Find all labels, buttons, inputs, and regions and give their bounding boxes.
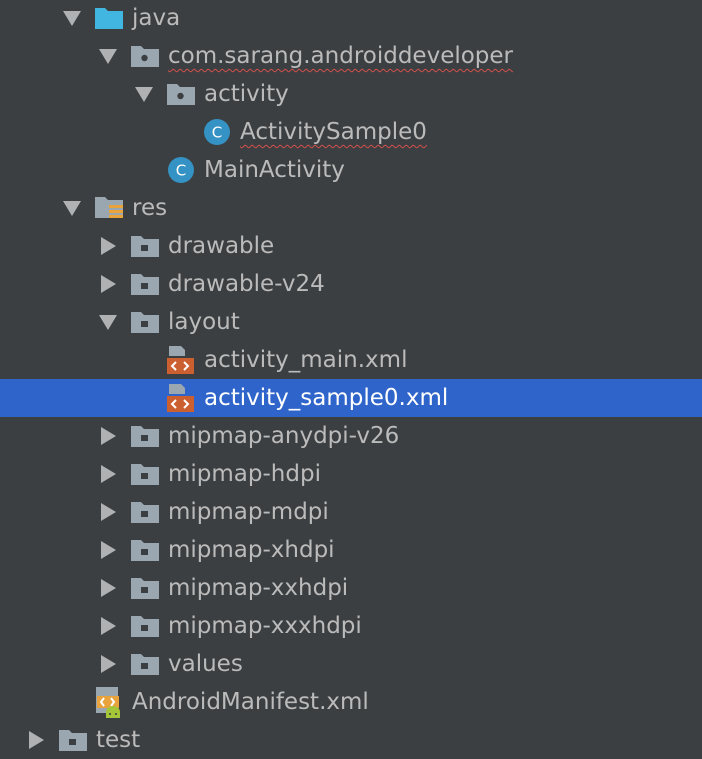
tree-item-drawable[interactable]: drawable [0, 227, 702, 265]
collapse-arrow-icon[interactable] [96, 227, 120, 265]
tree-item-label: mipmap-anydpi-v26 [168, 423, 400, 449]
tree-item-label: java [132, 5, 181, 31]
tree-item-test[interactable]: test [0, 721, 702, 759]
tree-item-com-sarang-androiddeveloper[interactable]: com.sarang.androiddeveloper [0, 37, 702, 75]
folder-icon [130, 569, 160, 607]
folder-icon [58, 721, 88, 759]
tree-item-label: drawable [168, 233, 275, 259]
folder-icon [130, 493, 160, 531]
expand-arrow-icon[interactable] [132, 75, 156, 113]
folder-icon [130, 227, 160, 265]
tree-item-mipmap-anydpi-v26[interactable]: mipmap-anydpi-v26 [0, 417, 702, 455]
tree-item-activity-main-xml[interactable]: activity_main.xml [0, 341, 702, 379]
collapse-arrow-icon[interactable] [24, 721, 48, 759]
class-icon: C [202, 113, 232, 151]
expand-arrow-icon[interactable] [60, 189, 84, 227]
collapse-arrow-icon[interactable] [96, 493, 120, 531]
tree-item-label: test [96, 727, 141, 753]
folder-icon [130, 417, 160, 455]
tree-item-label: activity_sample0.xml [204, 385, 449, 411]
tree-item-mipmap-hdpi[interactable]: mipmap-hdpi [0, 455, 702, 493]
folder-icon [130, 607, 160, 645]
resources-folder-icon [94, 189, 124, 227]
tree-item-label: com.sarang.androiddeveloper [168, 43, 514, 69]
tree-item-mipmap-xxxhdpi[interactable]: mipmap-xxxhdpi [0, 607, 702, 645]
project-tree: java com.sarang.androiddeveloper activit… [0, 0, 702, 753]
folder-icon [130, 531, 160, 569]
tree-item-label: layout [168, 309, 240, 335]
tree-item-label: MainActivity [204, 157, 345, 183]
tree-item-label: drawable-v24 [168, 271, 325, 297]
folder-icon [130, 265, 160, 303]
expand-arrow-icon[interactable] [96, 37, 120, 75]
collapse-arrow-icon[interactable] [96, 645, 120, 683]
package-folder-icon [166, 75, 196, 113]
tree-item-activity-sample0-xml[interactable]: activity_sample0.xml [0, 379, 702, 417]
tree-item-java[interactable]: java [0, 0, 702, 37]
tree-item-layout[interactable]: layout [0, 303, 702, 341]
folder-icon [130, 645, 160, 683]
svg-text:C: C [212, 124, 222, 142]
tree-item-label: values [168, 651, 243, 677]
tree-item-label: activity [204, 81, 289, 107]
tree-item-mipmap-mdpi[interactable]: mipmap-mdpi [0, 493, 702, 531]
android-manifest-icon [94, 683, 124, 721]
collapse-arrow-icon[interactable] [96, 607, 120, 645]
tree-item-mipmap-xhdpi[interactable]: mipmap-xhdpi [0, 531, 702, 569]
expand-arrow-icon[interactable] [96, 303, 120, 341]
tree-item-label: mipmap-xxhdpi [168, 575, 349, 601]
layout-xml-icon [166, 341, 196, 379]
tree-item-mipmap-xxhdpi[interactable]: mipmap-xxhdpi [0, 569, 702, 607]
tree-item-mainactivity[interactable]: C MainActivity [0, 151, 702, 189]
tree-item-label: mipmap-hdpi [168, 461, 321, 487]
class-icon: C [166, 151, 196, 189]
tree-item-values[interactable]: values [0, 645, 702, 683]
collapse-arrow-icon[interactable] [96, 417, 120, 455]
tree-item-label: mipmap-xhdpi [168, 537, 335, 563]
layout-xml-icon [166, 379, 196, 417]
tree-item-label: ActivitySample0 [240, 119, 427, 145]
folder-icon [130, 303, 160, 341]
tree-item-res[interactable]: res [0, 189, 702, 227]
collapse-arrow-icon[interactable] [96, 531, 120, 569]
tree-item-label: mipmap-xxxhdpi [168, 613, 362, 639]
tree-item-label: activity_main.xml [204, 347, 408, 373]
package-folder-icon [130, 37, 160, 75]
source-folder-icon [94, 0, 124, 37]
tree-item-androidmanifest-xml[interactable]: AndroidManifest.xml [0, 683, 702, 721]
collapse-arrow-icon[interactable] [96, 455, 120, 493]
collapse-arrow-icon[interactable] [96, 265, 120, 303]
tree-item-label: AndroidManifest.xml [132, 689, 369, 715]
tree-item-drawable-v24[interactable]: drawable-v24 [0, 265, 702, 303]
folder-icon [130, 455, 160, 493]
collapse-arrow-icon[interactable] [96, 569, 120, 607]
tree-item-activity[interactable]: activity [0, 75, 702, 113]
tree-item-activitysample0[interactable]: C ActivitySample0 [0, 113, 702, 151]
expand-arrow-icon[interactable] [60, 0, 84, 37]
tree-item-label: mipmap-mdpi [168, 499, 329, 525]
svg-text:C: C [176, 162, 186, 180]
tree-item-label: res [132, 195, 168, 221]
